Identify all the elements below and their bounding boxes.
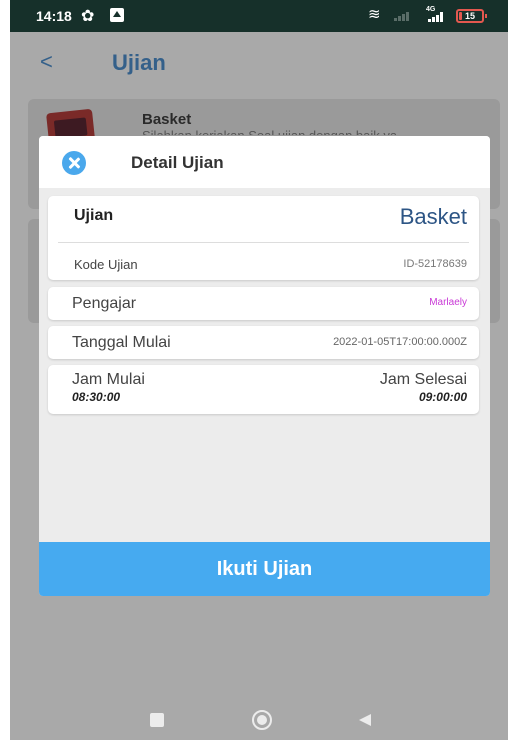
start-time-value: 08:30:00 — [72, 390, 121, 404]
exam-subject-card: Ujian Basket Kode Ujian ID-52178639 — [48, 196, 479, 280]
gear-icon: ✿ — [81, 8, 95, 25]
divider — [58, 242, 469, 243]
start-time-label: Jam Mulai — [72, 371, 145, 388]
status-time: 14:18 — [36, 8, 72, 24]
close-icon[interactable] — [62, 151, 86, 175]
back-nav-icon[interactable] — [359, 714, 371, 726]
start-date-label: Tanggal Mulai — [72, 334, 171, 351]
page-title: Ujian — [112, 50, 166, 75]
phone-screen: 14:18 ✿ ≋ 4G 15 < Ujian Basket Silahkan … — [10, 0, 508, 740]
teacher-card: Pengajar Marlaely — [48, 287, 479, 320]
signal-icon — [394, 10, 409, 21]
home-icon[interactable] — [252, 710, 272, 730]
subject-value: Basket — [399, 204, 467, 229]
dialog-header: Detail Ujian — [39, 136, 490, 188]
navigation-bar — [10, 700, 508, 740]
exam-code-label: Kode Ujian — [74, 257, 138, 272]
start-date-value: 2022-01-05T17:00:00.000Z — [333, 336, 467, 348]
exam-list-item-subtitle: Silahkan kerjakan Soal ujian dengan baik… — [142, 129, 482, 135]
time-card: Jam Mulai 08:30:00 Jam Selesai 09:00:00 — [48, 365, 479, 414]
teacher-value: Marlaely — [429, 297, 467, 308]
wifi-icon: ≋ — [368, 6, 381, 23]
teacher-label: Pengajar — [72, 295, 137, 312]
exam-list-item-title: Basket — [142, 111, 192, 128]
app-bar: < Ujian — [10, 32, 508, 92]
subject-label: Ujian — [74, 207, 114, 224]
exam-code-value: ID-52178639 — [403, 258, 467, 270]
join-exam-button[interactable]: Ikuti Ujian — [39, 542, 490, 596]
battery-percent: 15 — [464, 11, 475, 21]
status-bar: 14:18 ✿ ≋ 4G 15 — [10, 0, 508, 32]
start-date-card: Tanggal Mulai 2022-01-05T17:00:00.000Z — [48, 326, 479, 359]
battery-tip — [485, 14, 487, 18]
end-time-label: Jam Selesai — [379, 371, 467, 388]
back-icon[interactable]: < — [40, 51, 53, 73]
end-time-value: 09:00:00 — [418, 390, 467, 404]
battery-icon: 15 — [456, 9, 484, 23]
dialog-title: Detail Ujian — [131, 153, 224, 172]
upload-icon — [110, 8, 124, 22]
signal-icon — [428, 12, 443, 22]
exam-detail-dialog: Detail Ujian Ujian Basket Kode Ujian ID-… — [39, 136, 490, 596]
recents-icon[interactable] — [150, 713, 164, 727]
